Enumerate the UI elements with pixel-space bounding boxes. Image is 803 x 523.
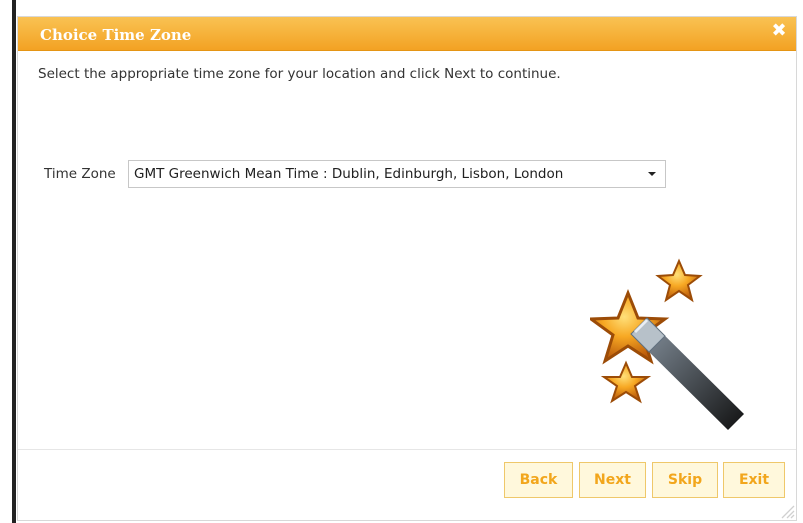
time-zone-select[interactable]: GMT Greenwich Mean Time : Dublin, Edinbu… [128,160,666,188]
resize-grip-icon[interactable] [779,503,795,519]
close-icon: ✖ [771,20,787,41]
dialog-title: Choice Time Zone [40,26,192,44]
time-zone-dialog: Choice Time Zone ✖ Select the appropriat… [17,16,797,521]
time-zone-selected-value: GMT Greenwich Mean Time : Dublin, Edinbu… [134,166,564,182]
window-left-edge [12,0,16,523]
chevron-down-icon [648,172,656,176]
footer-divider [18,449,796,450]
dialog-titlebar: Choice Time Zone ✖ [18,17,796,51]
close-button[interactable]: ✖ [769,21,789,41]
skip-button[interactable]: Skip [652,462,718,498]
instruction-text: Select the appropriate time zone for you… [38,66,561,82]
exit-button[interactable]: Exit [723,462,785,498]
time-zone-label: Time Zone [44,166,116,182]
next-button[interactable]: Next [579,462,646,498]
magic-wand-stars-icon [590,258,744,430]
back-button[interactable]: Back [504,462,573,498]
